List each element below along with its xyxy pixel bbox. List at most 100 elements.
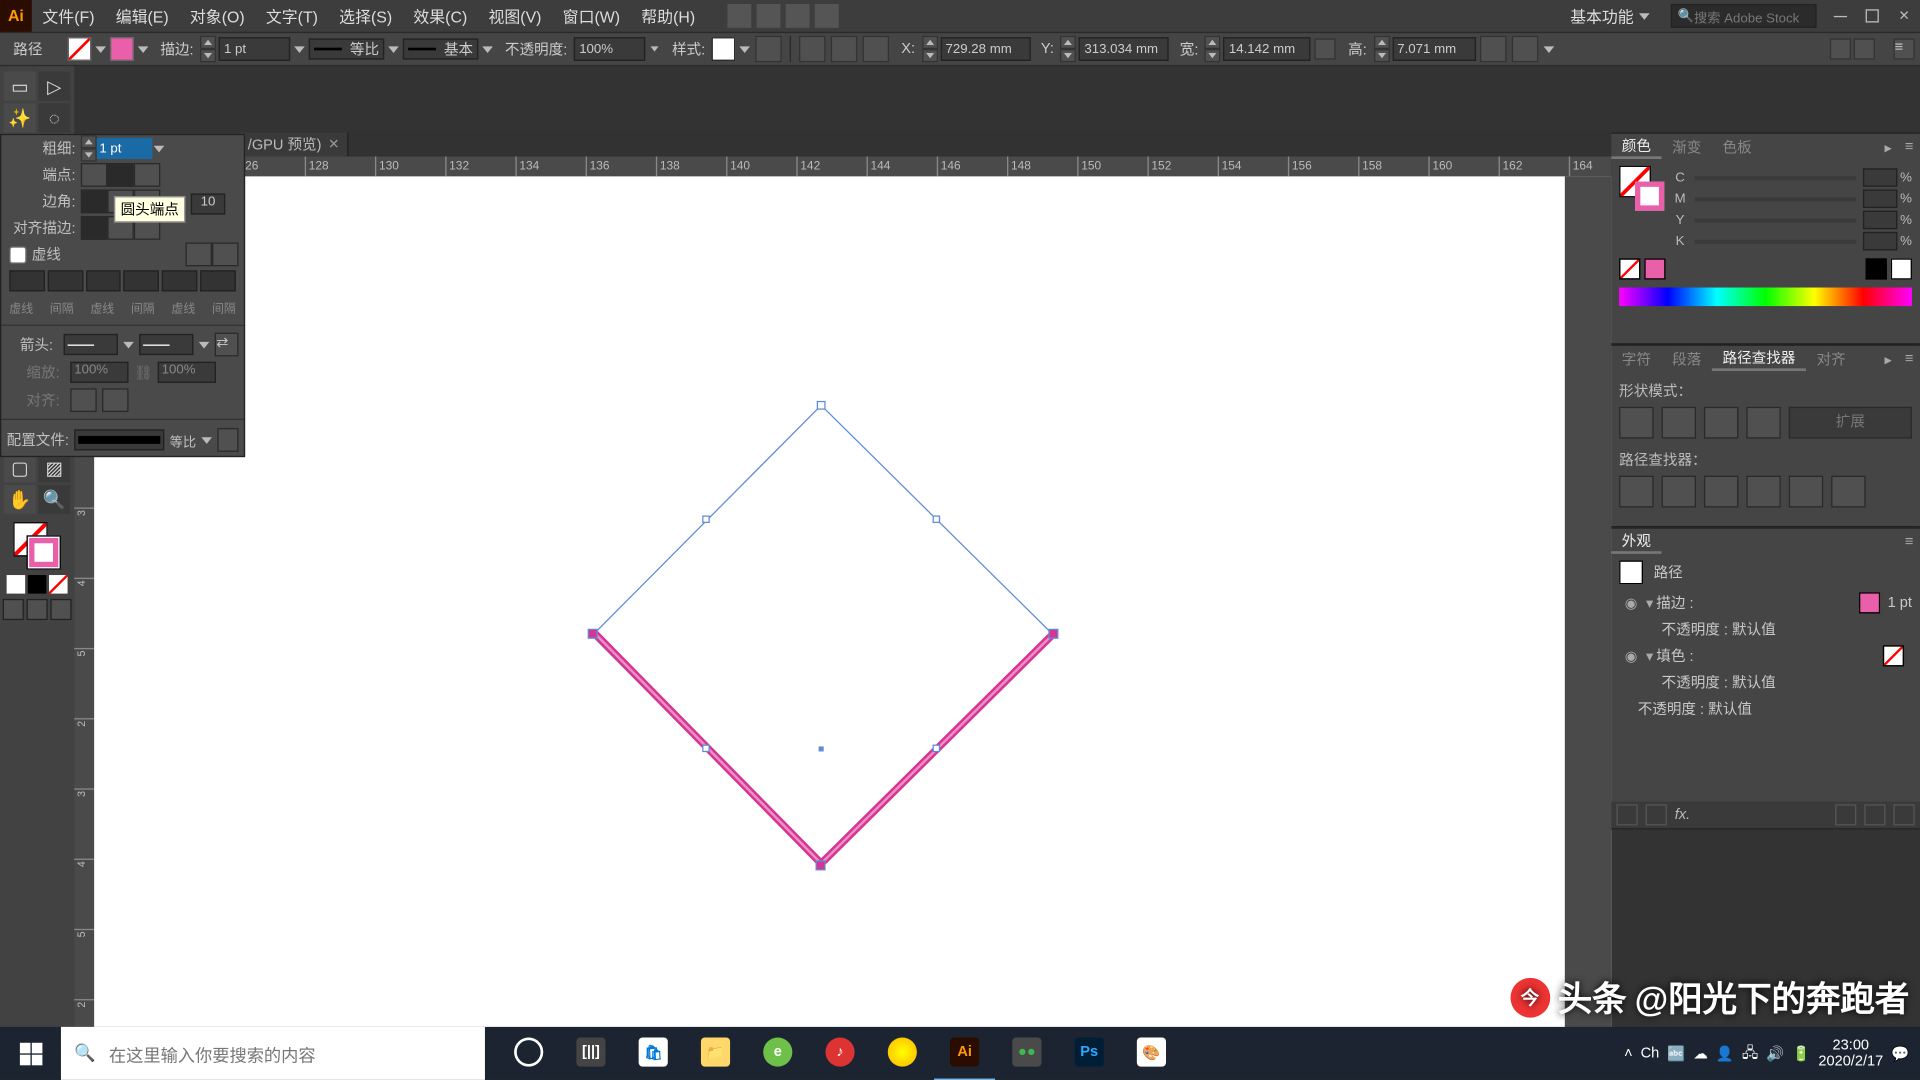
expand-button[interactable]: 扩展 <box>1789 407 1912 439</box>
graphic-style-swatch[interactable] <box>712 37 736 61</box>
menu-window[interactable]: 窗口(W) <box>552 5 631 28</box>
divide-button[interactable] <box>1619 476 1653 508</box>
clock[interactable]: 23:00 2020/2/17 <box>1818 1037 1883 1069</box>
merge-button[interactable] <box>1704 476 1738 508</box>
x-input[interactable]: 729.28 mm <box>940 37 1030 61</box>
last-color-button[interactable] <box>1644 258 1665 279</box>
taskbar-store[interactable]: 🛍 <box>623 1026 684 1079</box>
dash-align-button[interactable] <box>212 242 239 266</box>
menu-select[interactable]: 选择(S) <box>329 5 403 28</box>
add-fill-icon[interactable] <box>1646 804 1667 825</box>
panel-menu-icon[interactable]: ≡ <box>1899 534 1920 550</box>
black-button[interactable] <box>1866 258 1887 279</box>
menu-extra-icon[interactable] <box>756 4 780 28</box>
miter-limit-input[interactable]: 10 <box>191 193 225 214</box>
artboard-tool[interactable]: ▢ <box>4 453 36 482</box>
paragraph-tab[interactable]: 段落 <box>1662 348 1712 369</box>
taskbar-browser[interactable]: e <box>747 1026 808 1079</box>
people-icon[interactable]: 👤 <box>1716 1045 1734 1062</box>
c-slider[interactable] <box>1695 176 1857 180</box>
weight-dropdown[interactable] <box>152 145 165 152</box>
close-button[interactable] <box>1891 5 1918 26</box>
task-view-button[interactable] <box>498 1026 559 1079</box>
system-tray[interactable]: ˄ Ch 🔤 ☁ 👤 🖧 🔊 🔋 23:00 2020/2/17 💬 <box>1614 1037 1920 1069</box>
brush-select[interactable]: 基本 <box>403 38 479 59</box>
h-input[interactable]: 7.071 mm <box>1392 37 1475 61</box>
menu-effect[interactable]: 效果(C) <box>403 5 478 28</box>
visibility-toggle-icon[interactable]: ◉ <box>1619 647 1643 664</box>
k-value-input[interactable] <box>1863 232 1897 251</box>
taskbar-music[interactable]: ♪ <box>810 1026 871 1079</box>
taskbar-search[interactable]: 🔍在这里输入你要搜索的内容 <box>61 1027 485 1080</box>
taskbar-illustrator[interactable]: Ai <box>934 1026 995 1080</box>
link-wh-icon[interactable] <box>1315 38 1336 59</box>
horizontal-ruler[interactable]: 1221241261281301321341361381401421441461… <box>94 156 1611 176</box>
swatches-tab[interactable]: 色板 <box>1712 136 1762 157</box>
y-value-input[interactable] <box>1863 211 1897 230</box>
taskbar-explorer[interactable]: 📁 <box>685 1026 746 1079</box>
panel-toggle-icon[interactable] <box>1830 38 1851 59</box>
crop-button[interactable] <box>1746 476 1780 508</box>
color-mode-toggle[interactable] <box>7 575 68 594</box>
appearance-opacity-row[interactable]: 不透明度 : 默认值 <box>1611 616 1920 643</box>
menu-view[interactable]: 视图(V) <box>478 5 552 28</box>
appearance-opacity-row[interactable]: 不透明度 : 默认值 <box>1611 669 1920 696</box>
taskbar-app[interactable]: [||] <box>560 1026 621 1079</box>
taskbar-wechat[interactable]: ●● <box>996 1026 1057 1079</box>
fill-stroke-indicator[interactable] <box>1619 166 1664 211</box>
selection-tool[interactable]: ▭ <box>4 72 36 101</box>
gpu-icon[interactable] <box>814 4 838 28</box>
zoom-tool[interactable]: 🔍 <box>38 485 70 514</box>
m-slider[interactable] <box>1695 197 1857 201</box>
unite-button[interactable] <box>1619 407 1653 439</box>
menu-object[interactable]: 对象(O) <box>179 5 255 28</box>
direct-selection-tool[interactable]: ▷ <box>38 72 70 101</box>
appearance-tab[interactable]: 外观 <box>1611 530 1661 554</box>
menu-type[interactable]: 文字(T) <box>255 5 328 28</box>
intersect-button[interactable] <box>1704 407 1738 439</box>
dashed-checkbox[interactable] <box>9 246 26 263</box>
add-stroke-icon[interactable] <box>1617 804 1638 825</box>
screen-mode-toggle[interactable] <box>3 599 72 620</box>
isolate-icon[interactable] <box>1511 36 1538 63</box>
fill-color-swatch[interactable] <box>1883 645 1904 666</box>
arrange-docs-icon[interactable] <box>785 4 809 28</box>
clear-appearance-icon[interactable] <box>1835 804 1856 825</box>
pathfinder-tab[interactable]: 路径查找器 <box>1712 347 1806 371</box>
align-icon[interactable] <box>799 36 826 63</box>
ime-indicator[interactable]: Ch <box>1641 1045 1660 1061</box>
add-effect-label[interactable]: fx. <box>1675 807 1690 823</box>
corner-miter-button[interactable] <box>81 189 108 213</box>
c-value-input[interactable] <box>1863 168 1897 187</box>
minimize-button[interactable] <box>1827 5 1854 26</box>
y-slider[interactable] <box>1695 218 1857 222</box>
maximize-button[interactable] <box>1859 5 1886 26</box>
adobe-stock-search[interactable]: 🔍 搜索 Adobe Stock <box>1671 4 1817 28</box>
slice-tool[interactable]: ▨ <box>38 453 70 482</box>
panel-menu-icon[interactable]: ≡ <box>1899 351 1920 367</box>
taskbar-paint[interactable]: 🎨 <box>1121 1026 1182 1079</box>
magic-wand-tool[interactable]: ✨ <box>4 103 36 132</box>
menu-edit[interactable]: 编辑(E) <box>105 5 179 28</box>
cap-butt-button[interactable] <box>81 163 108 187</box>
align-tab[interactable]: 对齐 <box>1806 348 1856 369</box>
opacity-label[interactable]: 不透明度: <box>505 38 567 59</box>
arrow-start-select[interactable] <box>64 334 118 355</box>
taskbar-app-yellow[interactable] <box>872 1026 933 1079</box>
appearance-fill-row[interactable]: ◉ ▾ 填色 : <box>1611 643 1920 670</box>
none-color-button[interactable] <box>1619 258 1640 279</box>
minus-back-button[interactable] <box>1831 476 1865 508</box>
menu-help[interactable]: 帮助(H) <box>631 5 706 28</box>
tray-up-icon[interactable]: ˄ <box>1624 1045 1633 1061</box>
stroke-color-swatch[interactable] <box>110 37 134 61</box>
panel-menu-icon[interactable]: ≡ <box>1899 139 1920 155</box>
arrow-end-select[interactable] <box>139 334 193 355</box>
panel-collapse-icon[interactable]: ▸ <box>1878 350 1899 367</box>
taskbar-photoshop[interactable]: Ps <box>1059 1026 1120 1079</box>
shape-icon[interactable] <box>831 36 858 63</box>
align-center-button[interactable] <box>81 216 108 240</box>
stroke-weight-stepper[interactable] <box>200 36 216 63</box>
recolor-icon[interactable] <box>755 36 782 63</box>
appearance-root-opacity-row[interactable]: 不透明度 : 默认值 <box>1611 696 1920 723</box>
outline-button[interactable] <box>1789 476 1823 508</box>
